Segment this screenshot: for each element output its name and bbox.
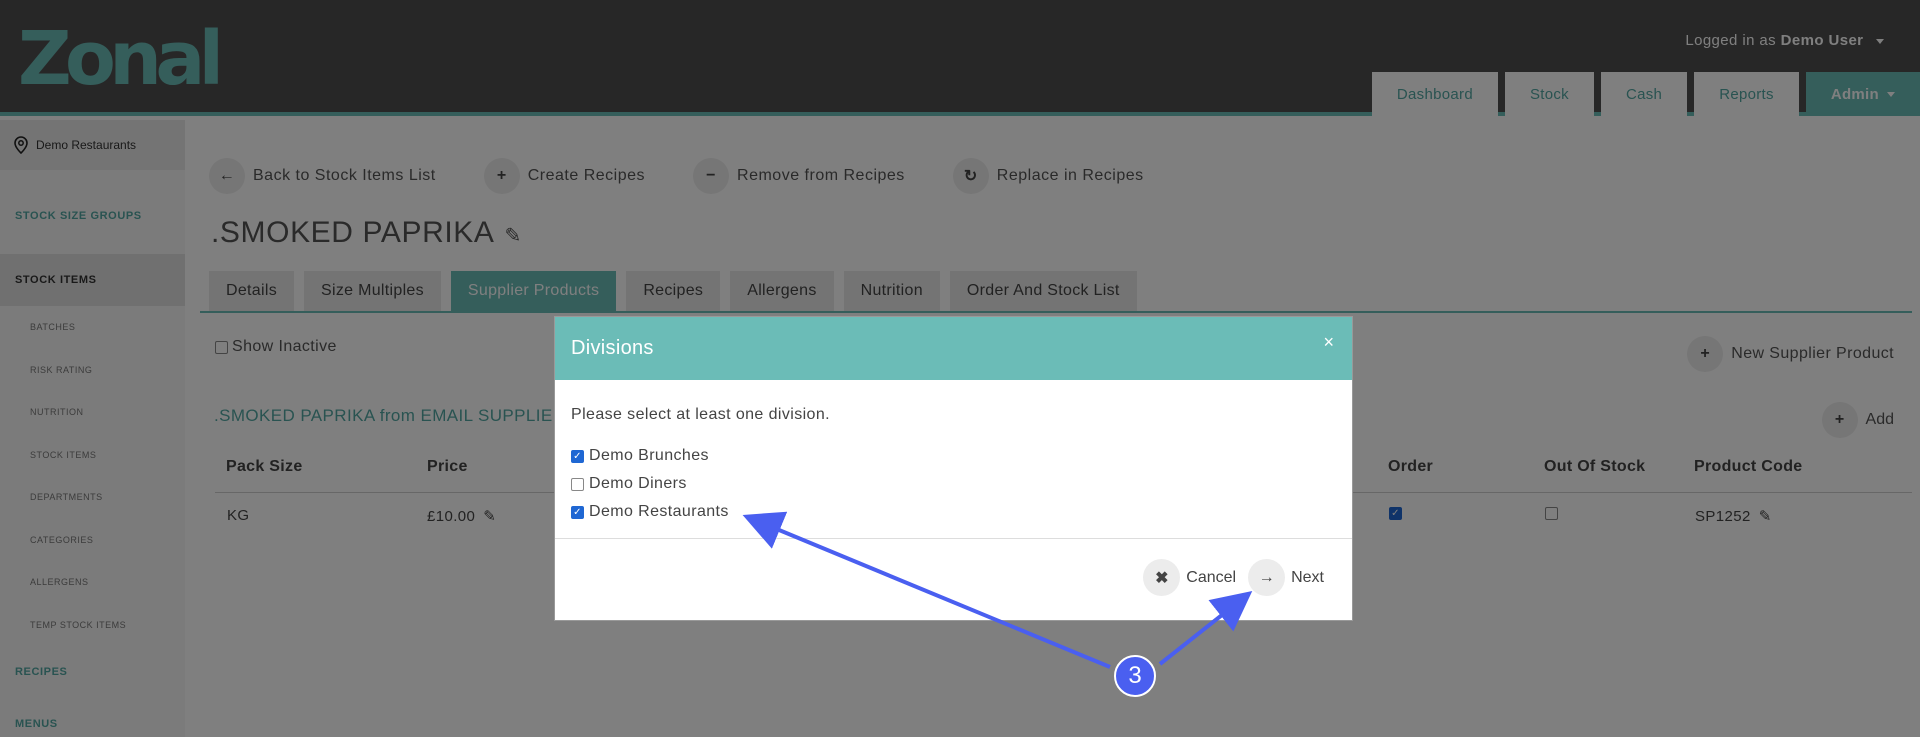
step-badge: 3: [1114, 655, 1156, 697]
annotation-arrow-to-restaurants: [742, 511, 1111, 669]
annotation-arrows: [742, 511, 1253, 669]
annotation-arrow-to-next: [1158, 591, 1253, 666]
